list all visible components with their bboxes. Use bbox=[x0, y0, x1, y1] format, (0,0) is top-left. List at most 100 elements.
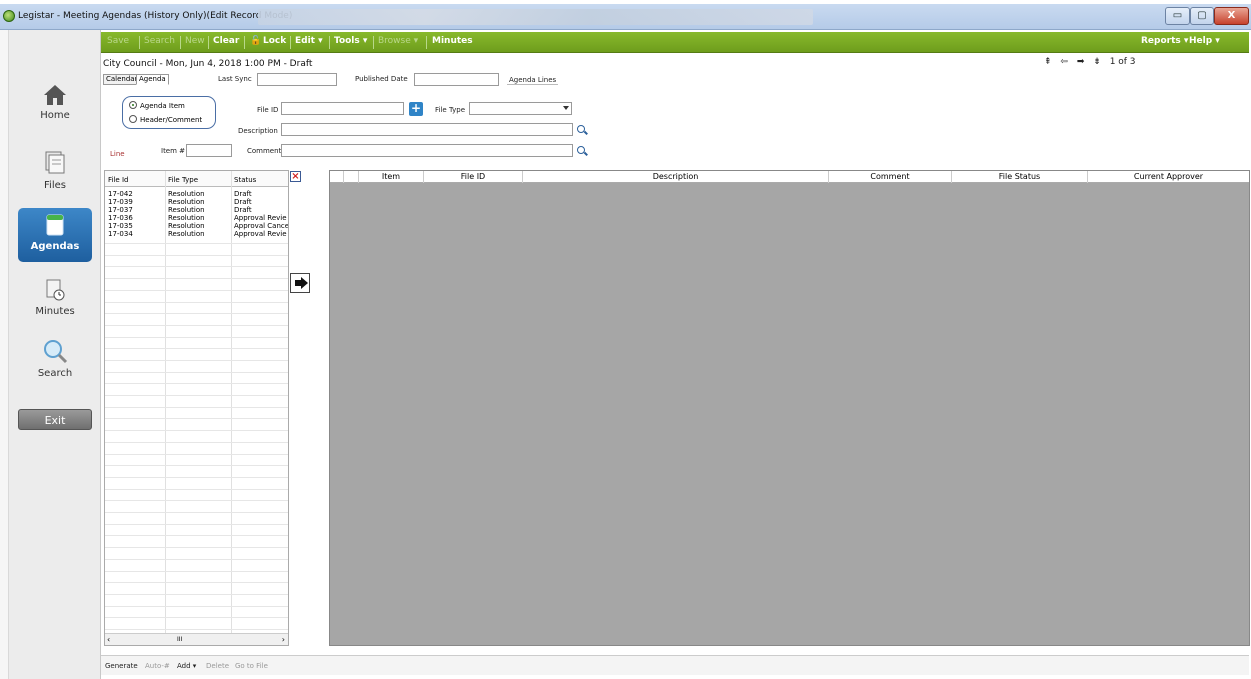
grid-line bbox=[105, 325, 288, 326]
new-button[interactable]: New bbox=[185, 36, 205, 46]
grid-column-header[interactable]: File Status bbox=[952, 171, 1088, 183]
lock-button[interactable]: Lock bbox=[263, 36, 286, 46]
column-header[interactable]: Status bbox=[234, 176, 288, 184]
toolbar: Save Search New Clear 🔓 Lock Edit ▾ Tool… bbox=[101, 32, 1249, 53]
comment-field[interactable] bbox=[281, 144, 573, 157]
grid-line bbox=[105, 442, 288, 443]
tools-menu[interactable]: Tools ▾ bbox=[334, 36, 367, 46]
table-row[interactable]: 17-037 Resolution Draft bbox=[105, 206, 288, 214]
lookup-zoom-icon[interactable] bbox=[577, 125, 585, 133]
agenda-item-radio[interactable]: Agenda Item bbox=[129, 101, 185, 110]
first-record-icon[interactable]: ⇞ bbox=[1044, 57, 1052, 67]
description-field[interactable] bbox=[281, 123, 573, 136]
toolbar-separator bbox=[244, 36, 245, 49]
nav-item-minutes[interactable]: Minutes bbox=[18, 278, 92, 317]
add-file-icon[interactable]: + bbox=[409, 102, 423, 116]
column-header[interactable]: File Id bbox=[108, 176, 163, 184]
go-to-file-button[interactable]: Go to File bbox=[235, 662, 268, 670]
header-comment-radio[interactable]: Header/Comment bbox=[129, 115, 202, 124]
column-header[interactable]: File Type bbox=[168, 176, 228, 184]
grid-line bbox=[105, 465, 288, 466]
minutes-button[interactable]: Minutes bbox=[432, 36, 473, 46]
browse-menu[interactable]: Browse ▾ bbox=[378, 36, 418, 46]
nav-item-files[interactable]: Files bbox=[18, 150, 92, 191]
table-row[interactable]: 17-035 Resolution Approval Cance bbox=[105, 222, 288, 230]
table-cell: Resolution bbox=[168, 222, 205, 230]
scroll-thumb[interactable]: III bbox=[177, 636, 182, 643]
grid-line bbox=[105, 582, 288, 583]
next-record-icon[interactable]: ➡ bbox=[1077, 57, 1085, 67]
last-sync-field[interactable] bbox=[257, 73, 337, 86]
grid-line bbox=[105, 606, 288, 607]
grid-line bbox=[105, 547, 288, 548]
nav-label: Agendas bbox=[30, 241, 80, 252]
row-selector-header bbox=[344, 171, 359, 183]
nav-item-agendas[interactable]: Agendas bbox=[18, 208, 92, 262]
left-navigation: Home Files Agendas Minutes Search Exit bbox=[9, 30, 101, 679]
maximize-button[interactable]: ▢ bbox=[1190, 7, 1214, 25]
last-record-icon[interactable]: ⇟ bbox=[1093, 57, 1101, 67]
file-type-label: File Type bbox=[435, 106, 466, 114]
nav-item-home[interactable]: Home bbox=[18, 84, 92, 121]
line-label: Line bbox=[110, 150, 125, 158]
table-cell: Approval Revie bbox=[234, 214, 287, 222]
tab-agenda[interactable]: Agenda bbox=[136, 74, 169, 85]
item-number-field[interactable] bbox=[186, 144, 232, 157]
grid-line bbox=[105, 266, 288, 267]
grid-column-header[interactable]: Item bbox=[359, 171, 424, 183]
grid-line bbox=[105, 278, 288, 279]
grid-line bbox=[105, 360, 288, 361]
pager-text: 1 of 3 bbox=[1109, 57, 1136, 67]
remove-icon[interactable]: × bbox=[290, 171, 301, 182]
grid-line bbox=[105, 337, 288, 338]
table-row[interactable]: 17-042 Resolution Draft bbox=[105, 190, 288, 198]
grid-column-header[interactable]: Current Approver bbox=[1088, 171, 1249, 183]
generate-button[interactable]: Generate bbox=[105, 662, 138, 670]
file-type-select[interactable] bbox=[469, 102, 572, 115]
delete-button[interactable]: Delete bbox=[206, 662, 229, 670]
file-id-label: File ID bbox=[257, 106, 279, 114]
reports-menu[interactable]: Reports ▾ bbox=[1141, 36, 1188, 46]
scroll-right-icon[interactable]: › bbox=[282, 635, 285, 644]
header-comment-label: Header/Comment bbox=[140, 116, 203, 124]
help-menu[interactable]: Help ▾ bbox=[1189, 36, 1220, 46]
search-button[interactable]: Search bbox=[144, 36, 175, 46]
grid-line bbox=[105, 313, 288, 314]
grid-column-header[interactable]: Description bbox=[523, 171, 829, 183]
add-menu[interactable]: Add ▾ bbox=[177, 662, 196, 670]
close-button[interactable]: X bbox=[1214, 7, 1249, 25]
file-id-field[interactable] bbox=[281, 102, 404, 115]
tab-calendar[interactable]: Calendar bbox=[103, 74, 141, 85]
chevron-down-icon bbox=[563, 106, 569, 110]
nav-label: Search bbox=[37, 368, 73, 379]
toolbar-separator bbox=[290, 36, 291, 49]
horizontal-scrollbar[interactable]: ‹ III › bbox=[105, 633, 288, 645]
taskbar-preview-strip bbox=[258, 9, 813, 25]
clear-button[interactable]: Clear bbox=[213, 36, 239, 46]
previous-record-icon[interactable]: ⇦ bbox=[1060, 57, 1068, 67]
save-button[interactable]: Save bbox=[107, 36, 129, 46]
table-row[interactable]: 17-034 Resolution Approval Revie bbox=[105, 230, 288, 238]
table-row[interactable]: 17-036 Resolution Approval Revie bbox=[105, 214, 288, 222]
agenda-lines-tab[interactable]: Agenda Lines bbox=[507, 76, 559, 85]
exit-button[interactable]: Exit bbox=[18, 409, 92, 430]
edit-menu[interactable]: Edit ▾ bbox=[295, 36, 323, 46]
nav-item-search[interactable]: Search bbox=[18, 338, 92, 379]
scroll-left-icon[interactable]: ‹ bbox=[107, 635, 110, 644]
lookup-zoom-icon[interactable] bbox=[577, 146, 585, 154]
grid-column-header[interactable]: File ID bbox=[424, 171, 523, 183]
grid-column-header[interactable]: Comment bbox=[829, 171, 952, 183]
grid-line bbox=[105, 629, 288, 630]
item-number-label: Item # bbox=[161, 147, 186, 155]
minimize-button[interactable]: ▭ bbox=[1165, 7, 1190, 25]
auto-number-button[interactable]: Auto-# bbox=[145, 662, 170, 670]
move-to-agenda-icon[interactable] bbox=[290, 273, 310, 293]
published-date-field[interactable] bbox=[414, 73, 499, 86]
grid-line bbox=[105, 407, 288, 408]
grid-line bbox=[105, 243, 288, 244]
published-date-label: Published Date bbox=[355, 75, 408, 83]
table-cell: Resolution bbox=[168, 230, 205, 238]
table-row[interactable]: 17-039 Resolution Draft bbox=[105, 198, 288, 206]
grid-line bbox=[105, 372, 288, 373]
table-cell: Resolution bbox=[168, 206, 205, 214]
